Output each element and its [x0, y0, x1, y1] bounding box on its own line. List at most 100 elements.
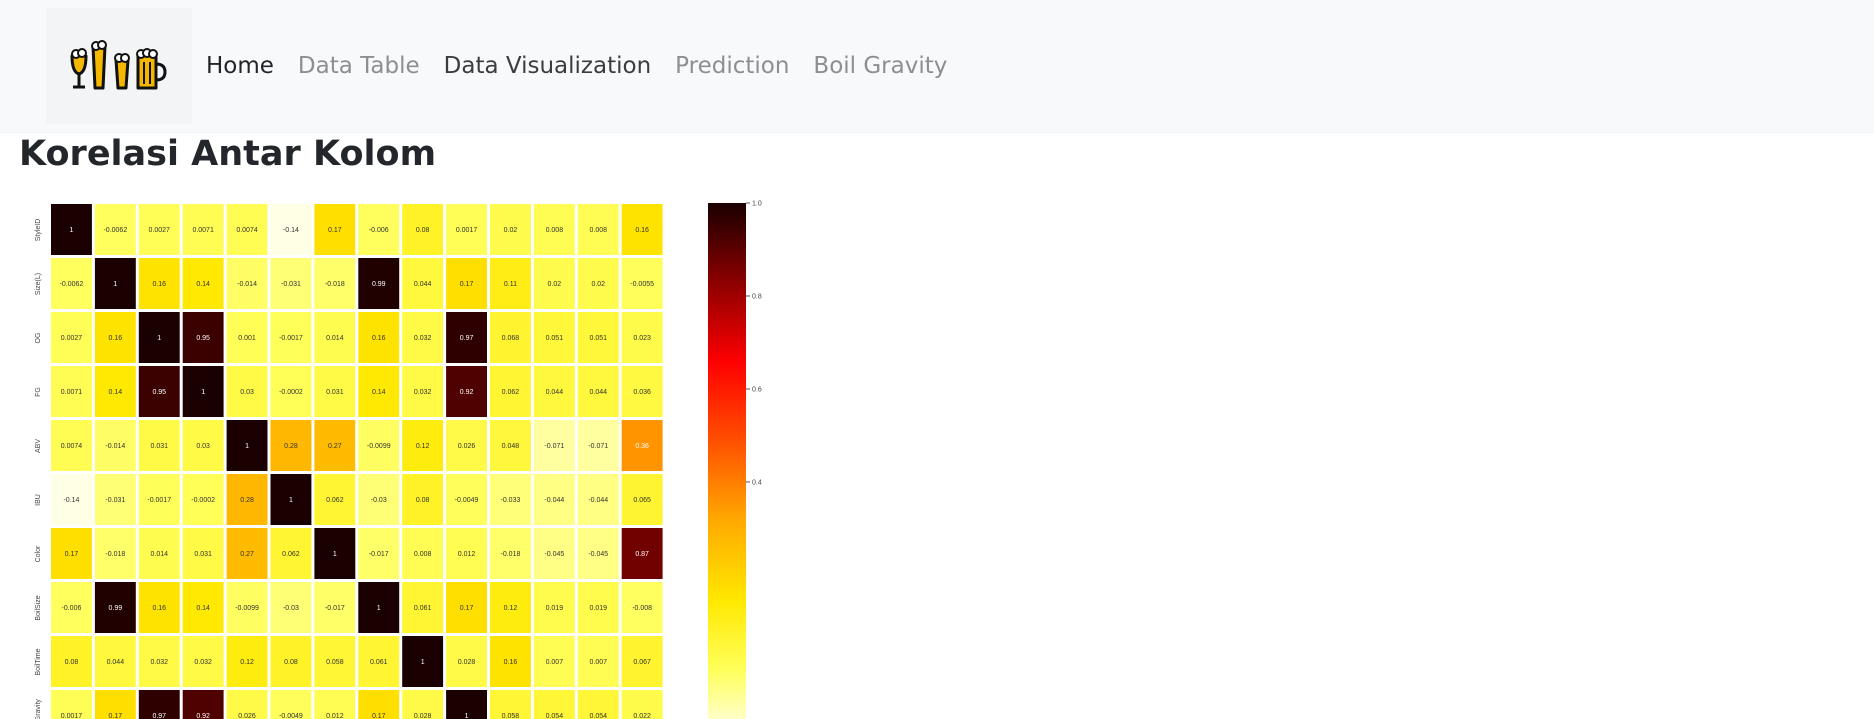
heatmap-cell-value: 0.014	[150, 551, 168, 558]
heatmap-cell-value: 0.008	[414, 551, 432, 558]
main-nav: Home Data Table Data Visualization Predi…	[206, 46, 959, 86]
heatmap-cell-value: 0.007	[546, 659, 564, 666]
heatmap-cell-value: 0.16	[504, 659, 518, 666]
heatmap-cell-value: 0.023	[633, 335, 651, 342]
heatmap-cell-value: 1	[465, 713, 469, 719]
heatmap-cell-value: 0.044	[414, 281, 432, 288]
heatmap-cell-value: -0.014	[237, 281, 257, 288]
heatmap-cell-value: 0.001	[238, 335, 256, 342]
heatmap-cell-value: -0.0017	[147, 497, 171, 504]
heatmap-cell-value: 0.008	[589, 227, 607, 234]
heatmap-row-label: IBU	[35, 494, 42, 506]
heatmap-cell-value: -0.071	[588, 443, 608, 450]
heatmap-cell-value: 0.062	[326, 497, 344, 504]
heatmap-cell-value: 0.065	[633, 497, 651, 504]
page-title: Korelasi Antar Kolom	[19, 134, 437, 174]
heatmap-cell-value: 0.0027	[149, 227, 171, 234]
colorbar-tick-label: 1.0	[752, 201, 762, 208]
heatmap-row-label: BoilTime	[35, 648, 42, 675]
heatmap-cell-value: 0.031	[194, 551, 212, 558]
nav-data-table[interactable]: Data Table	[286, 46, 432, 86]
heatmap-cell-value: 0.02	[591, 281, 605, 288]
heatmap-row-label: BoilSize	[35, 595, 42, 620]
heatmap-cell-value: 0.14	[372, 389, 386, 396]
heatmap-cell-value: 0.068	[502, 335, 520, 342]
heatmap-cell-value: 0.0071	[192, 227, 214, 234]
colorbar	[708, 203, 746, 719]
navbar: Home Data Table Data Visualization Predi…	[0, 0, 1874, 133]
heatmap-cell-value: 0.044	[546, 389, 564, 396]
heatmap-row-label: StyleID	[35, 219, 42, 242]
heatmap-cell-value: 0.0017	[61, 713, 83, 719]
brand-logo[interactable]	[46, 8, 192, 124]
heatmap-cell-value: 0.92	[196, 713, 210, 719]
heatmap-cell-value: 0.008	[546, 227, 564, 234]
heatmap-cell-value: -0.0099	[235, 605, 259, 612]
heatmap-cell-value: 0.02	[548, 281, 562, 288]
heatmap-cell-value: -0.031	[105, 497, 125, 504]
heatmap-cell-value: 0.051	[546, 335, 564, 342]
heatmap-cell-value: 0.012	[326, 713, 344, 719]
heatmap-cell-value: 0.17	[328, 227, 342, 234]
heatmap-cell-value: 0.12	[240, 659, 254, 666]
heatmap-cell-value: -0.008	[632, 605, 652, 612]
beer-glasses-icon	[70, 40, 167, 90]
heatmap-cell-value: 0.028	[458, 659, 476, 666]
heatmap-cell-value: 0.99	[109, 605, 123, 612]
heatmap-cell-value: -0.045	[544, 551, 564, 558]
heatmap-row-label: BoilGravity	[35, 699, 42, 719]
heatmap-cell-value: 0.95	[196, 335, 210, 342]
heatmap-cell-value: 0.97	[152, 713, 166, 719]
heatmap-cell-value: 1	[201, 389, 205, 396]
heatmap-cell-value: 0.026	[458, 443, 476, 450]
heatmap-cell-value: 0.0017	[456, 227, 478, 234]
nav-prediction[interactable]: Prediction	[663, 46, 801, 86]
heatmap-cell-value: -0.031	[281, 281, 301, 288]
heatmap-cell-value: -0.018	[501, 551, 521, 558]
heatmap-cell-value: 0.031	[326, 389, 344, 396]
heatmap-cell-value: 0.11	[504, 281, 517, 288]
heatmap-cell-value: 0.99	[372, 281, 386, 288]
heatmap-cell-value: 0.16	[152, 605, 166, 612]
heatmap-cell-value: 0.97	[460, 335, 474, 342]
heatmap-row-label: Size(L)	[35, 273, 42, 295]
heatmap-cell-value: 0.0027	[61, 335, 83, 342]
heatmap-cell-value: 0.95	[152, 389, 166, 396]
heatmap-cell-value: 0.044	[107, 659, 125, 666]
heatmap-cell-value: 0.032	[414, 335, 432, 342]
heatmap-cell-value: 0.28	[240, 497, 254, 504]
heatmap-cell-value: 0.054	[589, 713, 607, 719]
nav-boil-gravity[interactable]: Boil Gravity	[801, 46, 959, 86]
heatmap-cell-value: -0.071	[544, 443, 564, 450]
heatmap-cell-value: 0.17	[372, 713, 386, 719]
heatmap-cell-value: 0.061	[370, 659, 388, 666]
colorbar-tick-label: 0.8	[752, 293, 762, 300]
heatmap-cell-value: 0.16	[372, 335, 386, 342]
heatmap-cell-value: 0.27	[328, 443, 342, 450]
heatmap-cell-value: 1	[245, 443, 249, 450]
heatmap-cell-value: 0.17	[460, 281, 474, 288]
heatmap-cell-value: 1	[69, 227, 73, 234]
heatmap-cell-value: -0.006	[369, 227, 389, 234]
heatmap-cell-value: 0.058	[502, 713, 520, 719]
heatmap-cell-value: 0.032	[414, 389, 432, 396]
heatmap-cell-value: -0.03	[371, 497, 387, 504]
heatmap-cell-value: -0.033	[501, 497, 521, 504]
heatmap-cell-value: 0.08	[284, 659, 298, 666]
heatmap-cell-value: 0.02	[504, 227, 518, 234]
heatmap-cell-value: -0.017	[369, 551, 389, 558]
heatmap-cell-value: -0.0062	[103, 227, 127, 234]
heatmap-cell-value: 0.12	[416, 443, 430, 450]
heatmap-cell-value: -0.0099	[367, 443, 391, 450]
heatmap-cell-value: 0.031	[150, 443, 168, 450]
heatmap-cell-value: 0.022	[633, 713, 651, 719]
nav-data-visualization[interactable]: Data Visualization	[432, 46, 664, 86]
nav-home[interactable]: Home	[206, 46, 286, 86]
heatmap-cell-value: -0.0002	[191, 497, 215, 504]
heatmap-cell-value: 0.27	[240, 551, 254, 558]
heatmap-cell-value: 0.16	[109, 335, 123, 342]
heatmap-cell-value: 1	[289, 497, 293, 504]
heatmap-cell-value: 0.14	[196, 605, 210, 612]
heatmap-cell-value: 0.054	[546, 713, 564, 719]
heatmap-cell-value: 0.16	[635, 227, 649, 234]
